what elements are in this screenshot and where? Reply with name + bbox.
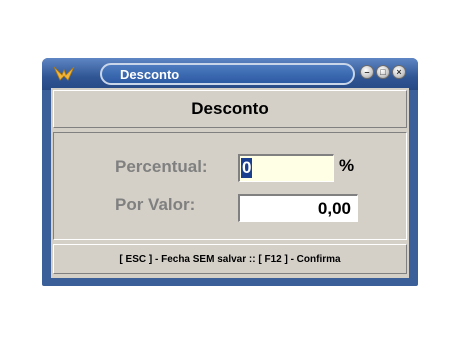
window-title: Desconto — [120, 67, 180, 82]
percentual-label: Percentual: — [115, 157, 208, 176]
dialog-client-area: Desconto Percentual: 0 % Por Valor: 0,00… — [51, 88, 409, 278]
header-panel: Desconto — [53, 90, 407, 128]
footer-panel: [ ESC ] - Fecha SEM salvar :: [ F12 ] - … — [53, 244, 407, 274]
dialog-window: Desconto – □ × Desconto Percentual: 0 % … — [42, 58, 418, 286]
close-button[interactable]: × — [392, 65, 406, 79]
minimize-icon: – — [364, 66, 370, 77]
minimize-button[interactable]: – — [360, 65, 374, 79]
por-valor-label: Por Valor: — [115, 195, 196, 214]
keyboard-hint: [ ESC ] - Fecha SEM salvar :: [ F12 ] - … — [119, 253, 341, 265]
close-icon: × — [396, 66, 402, 77]
title-bar[interactable]: Desconto – □ × — [42, 58, 418, 90]
percentual-input[interactable]: 0 — [238, 154, 334, 182]
page-title: Desconto — [191, 99, 269, 118]
por-valor-input[interactable]: 0,00 — [238, 194, 358, 222]
eagle-logo-icon — [53, 66, 75, 81]
maximize-icon: □ — [380, 66, 386, 77]
percent-suffix: % — [339, 156, 355, 175]
form-panel — [53, 132, 407, 240]
maximize-button[interactable]: □ — [376, 65, 390, 79]
percentual-value: 0 — [241, 158, 253, 178]
